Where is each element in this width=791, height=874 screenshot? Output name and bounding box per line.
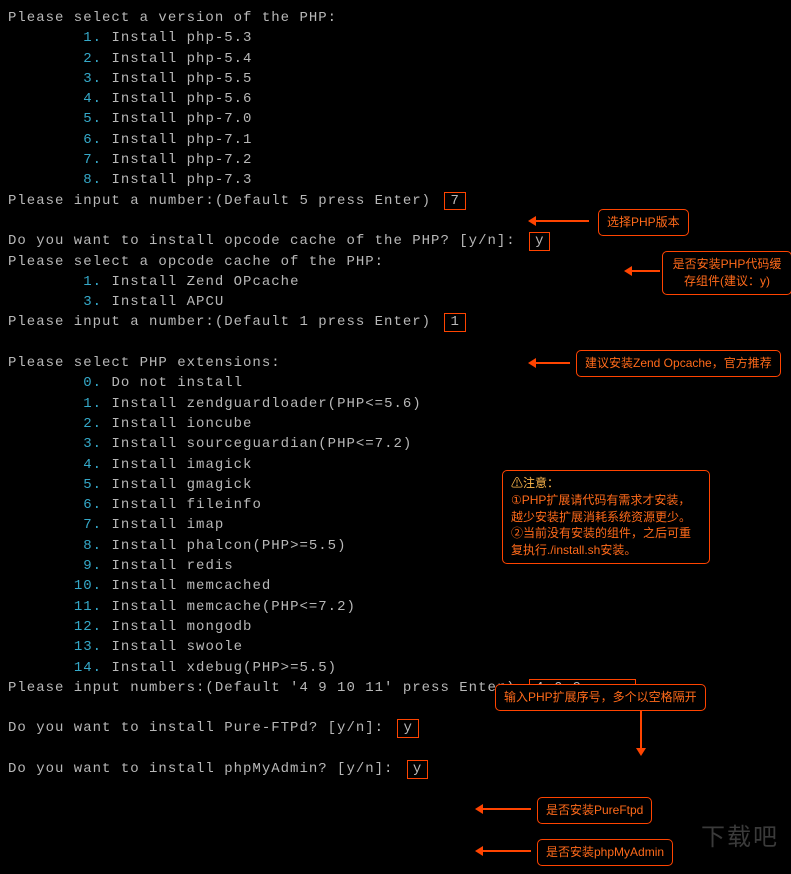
list-item: 1. Install php-5.3 bbox=[8, 28, 783, 48]
list-item: 2. Install ioncube bbox=[8, 414, 783, 434]
terminal-output: Please select a version of the PHP: 1. I… bbox=[8, 8, 783, 779]
list-item: 3. Install sourceguardian(PHP<=7.2) bbox=[8, 434, 783, 454]
annot-php-version: 选择PHP版本 bbox=[598, 209, 689, 236]
arrow-icon bbox=[534, 362, 570, 364]
pureftpd-line: Do you want to install Pure-FTPd? [y/n]:… bbox=[8, 718, 783, 738]
list-item: 7. Install php-7.2 bbox=[8, 150, 783, 170]
list-item: 5. Install php-7.0 bbox=[8, 109, 783, 129]
list-item: 4. Install php-5.6 bbox=[8, 89, 783, 109]
list-item: 6. Install php-7.1 bbox=[8, 130, 783, 150]
arrow-icon bbox=[630, 270, 660, 272]
php-version-prompt: Please select a version of the PHP: bbox=[8, 8, 783, 28]
phpmyadmin-yn-input[interactable]: y bbox=[407, 760, 428, 779]
php-version-input[interactable]: 7 bbox=[444, 192, 465, 211]
list-item: 3. Install APCU bbox=[8, 292, 783, 312]
list-item: 14. Install xdebug(PHP>=5.5) bbox=[8, 658, 783, 678]
arrow-icon bbox=[481, 850, 531, 852]
list-item: 2. Install php-5.4 bbox=[8, 49, 783, 69]
opcode-yn-input[interactable]: y bbox=[529, 232, 550, 251]
arrow-down-icon bbox=[640, 710, 642, 750]
opcode-number-input[interactable]: 1 bbox=[444, 313, 465, 332]
opcode-input-line: Please input a number:(Default 1 press E… bbox=[8, 312, 783, 332]
annot-opcode-yn: 是否安装PHP代码缓存组件(建议：y) bbox=[662, 251, 791, 295]
annot-phpmyadmin: 是否安装phpMyAdmin bbox=[537, 839, 673, 866]
list-item: 10. Install memcached bbox=[8, 576, 783, 596]
list-item: 11. Install memcache(PHP<=7.2) bbox=[8, 597, 783, 617]
list-item: 12. Install mongodb bbox=[8, 617, 783, 637]
list-item: 13. Install swoole bbox=[8, 637, 783, 657]
arrow-icon bbox=[481, 808, 531, 810]
arrow-icon bbox=[534, 220, 589, 222]
annot-ext-note: ⚠注意： ①PHP扩展请代码有需求才安装，越少安装扩展消耗系统资源更少。 ②当前… bbox=[502, 470, 710, 564]
list-item: 8. Install php-7.3 bbox=[8, 170, 783, 190]
annot-opcode-num: 建议安装Zend Opcache，官方推荐 bbox=[576, 350, 781, 377]
list-item: 1. Install zendguardloader(PHP<=5.6) bbox=[8, 394, 783, 414]
php-version-input-line: Please input a number:(Default 5 press E… bbox=[8, 191, 783, 211]
pureftpd-yn-input[interactable]: y bbox=[397, 719, 418, 738]
annot-pureftpd: 是否安装PureFtpd bbox=[537, 797, 652, 824]
list-item: 3. Install php-5.5 bbox=[8, 69, 783, 89]
phpmyadmin-line: Do you want to install phpMyAdmin? [y/n]… bbox=[8, 759, 783, 779]
annot-ext-numbers: 输入PHP扩展序号，多个以空格隔开 bbox=[495, 684, 706, 711]
watermark: 下载吧 bbox=[701, 821, 779, 856]
